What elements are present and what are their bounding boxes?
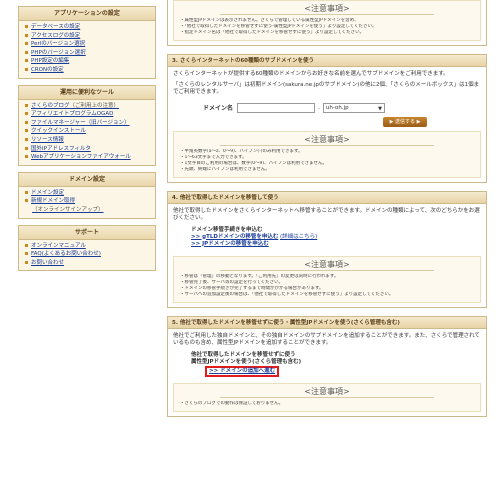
notice-title: <注意事項>: [220, 259, 434, 271]
gtld-transfer-link[interactable]: >> gTLDドメインの移管を申込む: [191, 234, 278, 240]
transfer-links: ドメイン移管手続きを申込む >> gTLDドメインの移管を申込む (詳細はこちら…: [191, 227, 481, 248]
panel-title: 3. さくらインターネットの60種類のサブドメインを使う: [168, 55, 486, 67]
transfer-box-title: ドメイン移管手続きを申込む: [191, 226, 263, 233]
nontransfer-item: 他社で取得したドメインを移管せずに使う: [191, 351, 296, 358]
sidebar-item-php-settings[interactable]: PHP設定の編集: [25, 57, 152, 66]
bullet-icon: [25, 25, 28, 28]
notice-box: <注意事項> さくらのブログでの動作は保証しておりません。: [173, 382, 481, 412]
sidebar-item-file-manager[interactable]: ファイルマネージャー（旧バージョン）: [25, 119, 152, 128]
bullet-icon: [25, 59, 28, 63]
sidebar-box-tools: 運用に便利なツール さくらのブログ（ご利用上の注意） アフィリエイトプログラムO…: [18, 84, 156, 166]
sidebar-item-signup-note: （オンラインサインアップ）: [32, 206, 104, 213]
sidebar-item-blog[interactable]: さくらのブログ（ご利用上の注意）: [25, 102, 152, 111]
sidebar-item-ip-filter[interactable]: 国外IPアドレスフィルタ: [25, 145, 152, 154]
page: アプリケーションの設定 データベースの設定 アクセスログの設定 Perlのバージ…: [0, 0, 500, 480]
add-domain-link[interactable]: >> ドメインの追加へ進む: [209, 368, 275, 374]
nontransfer-links: 他社で取得したドメインを移管せずに使う 属性型JPドメインを使う(さくら管理も含…: [191, 352, 481, 377]
sidebar-item-manual[interactable]: オンラインマニュアル: [25, 242, 152, 251]
bullet-icon: [25, 103, 28, 107]
sidebar: アプリケーションの設定 データベースの設定 アクセスログの設定 Perlのバージ…: [18, 0, 156, 277]
bullet-icon: [25, 42, 28, 46]
panel-description: 他社で取得したドメインをさくらインターネットへ移管することができます。ドメインの…: [173, 207, 480, 222]
panel-title: 5. 他社で取得したドメインを移管せずに使う・属性型JPドメインを使う(さくら管…: [168, 316, 486, 329]
domain-name-input[interactable]: [237, 102, 315, 113]
sidebar-item-resources[interactable]: リソース情報: [25, 136, 152, 145]
highlight-frame: >> ドメインの追加へ進む: [205, 365, 280, 377]
bullet-icon: [25, 67, 28, 71]
panel-description: 他社でご利用した独自ドメインと、その独自ドメインのサブドメインを追加することがで…: [173, 332, 480, 347]
sidebar-box-title: サポート: [19, 225, 155, 240]
bullet-icon: [25, 260, 28, 264]
domain-name-label: ドメイン名: [203, 105, 234, 112]
bullet-icon: [25, 129, 28, 133]
bullet-icon: [25, 155, 28, 159]
bullet-icon: [25, 243, 28, 247]
sidebar-item-perl-version[interactable]: Perlのバージョン選択: [25, 40, 152, 49]
sidebar-item-quick-install[interactable]: クイックインストール: [25, 127, 152, 136]
bullet-icon: [25, 50, 28, 54]
panel-subdomain: 3. さくらインターネットの60種類のサブドメインを使う さくらインターネットが…: [167, 54, 487, 183]
notice-title: <注意事項>: [220, 134, 434, 146]
sidebar-item-new-domain[interactable]: 新規ドメイン取得: [25, 197, 152, 206]
sidebar-item-contact[interactable]: お問い合わせ: [25, 259, 152, 268]
sidebar-item-access-log[interactable]: アクセスログの設定: [25, 32, 152, 41]
chevron-down-icon: ▼: [378, 105, 382, 112]
details-link[interactable]: (詳細はこちら): [280, 234, 317, 240]
sidebar-item-affiliate[interactable]: アフィリエイトプログラムOGAD: [25, 110, 152, 119]
notice-box: <注意事項> 半角英数字(a～z、0～9)、ハイフン(-)のみ利用できます。 1…: [173, 130, 481, 178]
sidebar-item-waf[interactable]: Webアプリケーションファイアウォール: [25, 153, 152, 162]
sidebar-item-database[interactable]: データベースの設定: [25, 23, 152, 32]
sidebar-box-support: サポート オンラインマニュアル FAQ(よくあるお問い合わせ) お問い合わせ: [18, 224, 156, 272]
sidebar-item-cron[interactable]: CRONの設定: [25, 66, 152, 75]
panel-description: さくらインターネットが提供する60種類のドメインからお好きな名前を選んでサブドメ…: [173, 71, 449, 77]
main-content: <注意事項> 属性型JPドメインは表示されません。さくらで管理している属性型JP…: [167, 0, 487, 425]
jp-transfer-link[interactable]: >> JPドメインの移管を申込む: [191, 241, 269, 247]
panel-top-notice: <注意事項> 属性型JPドメインは表示されません。さくらで管理している属性型JP…: [167, 0, 487, 46]
panel-transfer: 4. 他社で取得したドメインを移管して使う 他社で取得したドメインをさくらインタ…: [167, 190, 487, 308]
sidebar-box-applications: アプリケーションの設定 データベースの設定 アクセスログの設定 Perlのバージ…: [18, 6, 156, 79]
bullet-icon: [25, 252, 28, 256]
panel-title: 4. 他社で取得したドメインを移管して使う: [168, 191, 486, 204]
dot-separator: .: [318, 104, 320, 111]
panel-nontransfer: 5. 他社で取得したドメインを移管せずに使う・属性型JPドメインを使う(さくら管…: [167, 315, 487, 417]
notice-box: <注意事項> 移管は「管理」の移動となります。「ご利用先」の変更は同時に行われま…: [173, 255, 481, 303]
sidebar-item-faq[interactable]: FAQ(よくあるお問い合わせ): [25, 250, 152, 259]
domain-form-row: ドメイン名 . uh-oh.jp ▼: [203, 102, 481, 113]
notice-item: さくらのブログでの動作は保証しておりません。: [180, 401, 474, 407]
sidebar-box-title: アプリケーションの設定: [19, 7, 155, 21]
notice-box: <注意事項> 属性型JPドメインは表示されません。さくらで管理している属性型JP…: [173, 0, 481, 41]
notice-title: <注意事項>: [220, 3, 434, 15]
sidebar-box-title: 運用に便利なツール: [19, 85, 155, 100]
panel-description: 「さくらのレンタルサーバ」は初期ドメイン(sakura.ne.jpのサブドメイン…: [173, 81, 480, 96]
notice-item: 先頭、終端にハイフンは利用できません。: [180, 167, 474, 173]
bullet-icon: [25, 112, 28, 116]
bullet-icon: [25, 137, 28, 141]
sidebar-item-domain-settings[interactable]: ドメイン設定: [25, 189, 152, 198]
sidebar-item-php-version[interactable]: PHPのバージョン選択: [25, 49, 152, 58]
notice-item: サーバへの追加設定後の場合は、「他社で取得したドメインを移管せずに使う」より設定…: [180, 292, 474, 298]
notice-title: <注意事項>: [220, 386, 434, 398]
domain-suffix-select[interactable]: uh-oh.jp ▼: [322, 102, 385, 113]
bullet-icon: [25, 199, 28, 203]
bullet-icon: [25, 33, 28, 37]
send-button[interactable]: ▶ 送信する ▶: [383, 116, 427, 127]
bullet-icon: [25, 190, 28, 194]
bullet-icon: [25, 146, 28, 150]
notice-item: 指定ドメイン名は「他社で取得したドメインを移管せずに使う」より設定してください。: [180, 30, 474, 36]
sidebar-box-title: ドメイン設定: [19, 172, 155, 187]
bullet-icon: [25, 120, 28, 124]
sidebar-box-domain: ドメイン設定 ドメイン設定 新規ドメイン取得 （オンラインサインアップ）: [18, 171, 156, 219]
attribute-jp-item: 属性型JPドメインを使う(さくら管理も含む): [191, 358, 302, 365]
